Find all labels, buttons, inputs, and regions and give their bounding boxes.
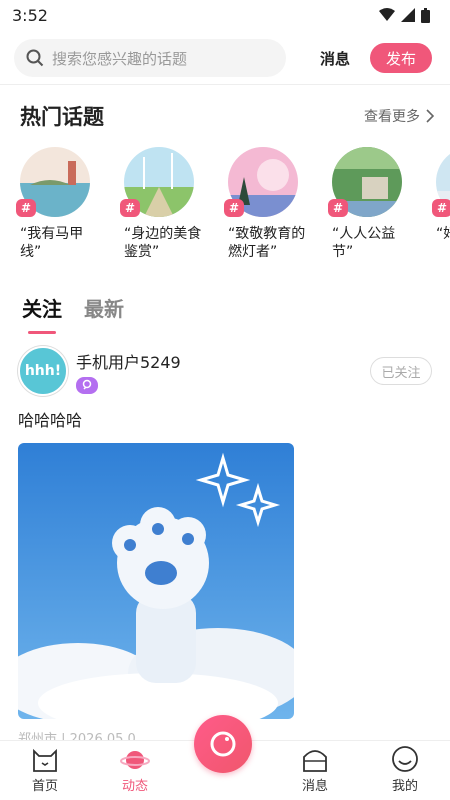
camera-button[interactable] <box>194 715 252 773</box>
topic-image: # <box>16 147 90 217</box>
topic-label: “好图鉴 <box>436 226 450 242</box>
bottom-nav: 首页 动态 消息 我的 <box>0 715 450 800</box>
search-input[interactable]: 搜索您感兴趣的话题 <box>14 39 286 77</box>
search-placeholder: 搜索您感兴趣的话题 <box>52 49 188 68</box>
nav-home-label: 首页 <box>31 779 58 794</box>
post-image[interactable] <box>18 443 294 719</box>
messages-link[interactable]: 消息 <box>320 48 350 69</box>
topic-image: # <box>328 147 402 217</box>
see-more-link[interactable]: 查看更多 <box>364 106 434 126</box>
nav-home[interactable]: 首页 <box>10 747 80 794</box>
status-time: 3:52 <box>12 5 48 25</box>
see-more-label: 查看更多 <box>364 109 420 125</box>
signal-icon <box>401 8 415 22</box>
tab-latest[interactable]: 最新 <box>84 293 124 322</box>
camera-icon <box>210 731 236 757</box>
topic-image: # <box>432 147 450 217</box>
message-icon <box>303 750 327 772</box>
nav-feed[interactable]: 动态 <box>100 747 170 794</box>
feed-tabs: 关注 最新 <box>0 283 450 334</box>
hashtag-icon: # <box>120 199 140 217</box>
search-icon <box>26 49 44 67</box>
topic-item[interactable]: # “人人公益节” <box>328 147 402 275</box>
wifi-icon <box>379 8 395 21</box>
hashtag-icon: # <box>432 199 450 217</box>
home-icon <box>33 748 57 772</box>
topic-label: “我有马甲线” <box>20 226 84 260</box>
nav-profile-label: 我的 <box>391 779 418 794</box>
post-header: hhh! 手机用户5249 已关注 <box>0 345 450 397</box>
tab-follow[interactable]: 关注 <box>22 293 62 334</box>
publish-button[interactable]: 发布 <box>370 43 433 73</box>
post-text: 哈哈哈哈 <box>18 411 83 430</box>
topic-item[interactable]: # “好图鉴 <box>432 147 450 275</box>
status-bar: 3:52 <box>0 0 450 30</box>
topic-label: “人人公益节” <box>332 226 396 260</box>
user-info: 手机用户5249 <box>76 349 181 394</box>
hashtag-icon: # <box>224 199 244 217</box>
topic-item[interactable]: # “我有马甲线” <box>16 147 90 275</box>
status-icons <box>379 7 430 23</box>
topic-label: “身边的美食鉴赏” <box>124 226 202 260</box>
topic-image: # <box>224 147 298 217</box>
hashtag-icon: # <box>328 199 348 217</box>
chevron-right-icon <box>426 109 434 123</box>
hot-topics-header: 热门话题 查看更多 <box>0 85 450 147</box>
level-badge-icon <box>76 376 98 394</box>
planet-icon <box>120 751 150 769</box>
battery-icon <box>421 7 430 23</box>
avatar-text: hhh! <box>24 363 62 379</box>
hashtag-icon: # <box>16 199 36 217</box>
nav-feed-label: 动态 <box>121 779 148 794</box>
avatar[interactable]: hhh! <box>18 346 68 396</box>
follow-button[interactable]: 已关注 <box>370 357 432 385</box>
nav-messages[interactable]: 消息 <box>280 747 350 794</box>
topic-label: “致敬教育的燃灯者” <box>228 226 306 260</box>
topic-item[interactable]: # “身边的美食鉴赏” <box>120 147 201 275</box>
top-bar: 搜索您感兴趣的话题 消息 发布 <box>0 30 450 80</box>
nav-messages-label: 消息 <box>301 779 328 794</box>
hot-topics-list: # “我有马甲线” # “身边的美食鉴赏” # “致敬教育的燃灯者” # “人人… <box>0 147 450 275</box>
hot-topics-title: 热门话题 <box>20 105 104 129</box>
smiley-icon <box>392 746 418 772</box>
topic-item[interactable]: # “致敬教育的燃灯者” <box>224 147 305 275</box>
topic-image: # <box>120 147 194 217</box>
username[interactable]: 手机用户5249 <box>76 349 181 373</box>
nav-profile[interactable]: 我的 <box>370 745 440 794</box>
